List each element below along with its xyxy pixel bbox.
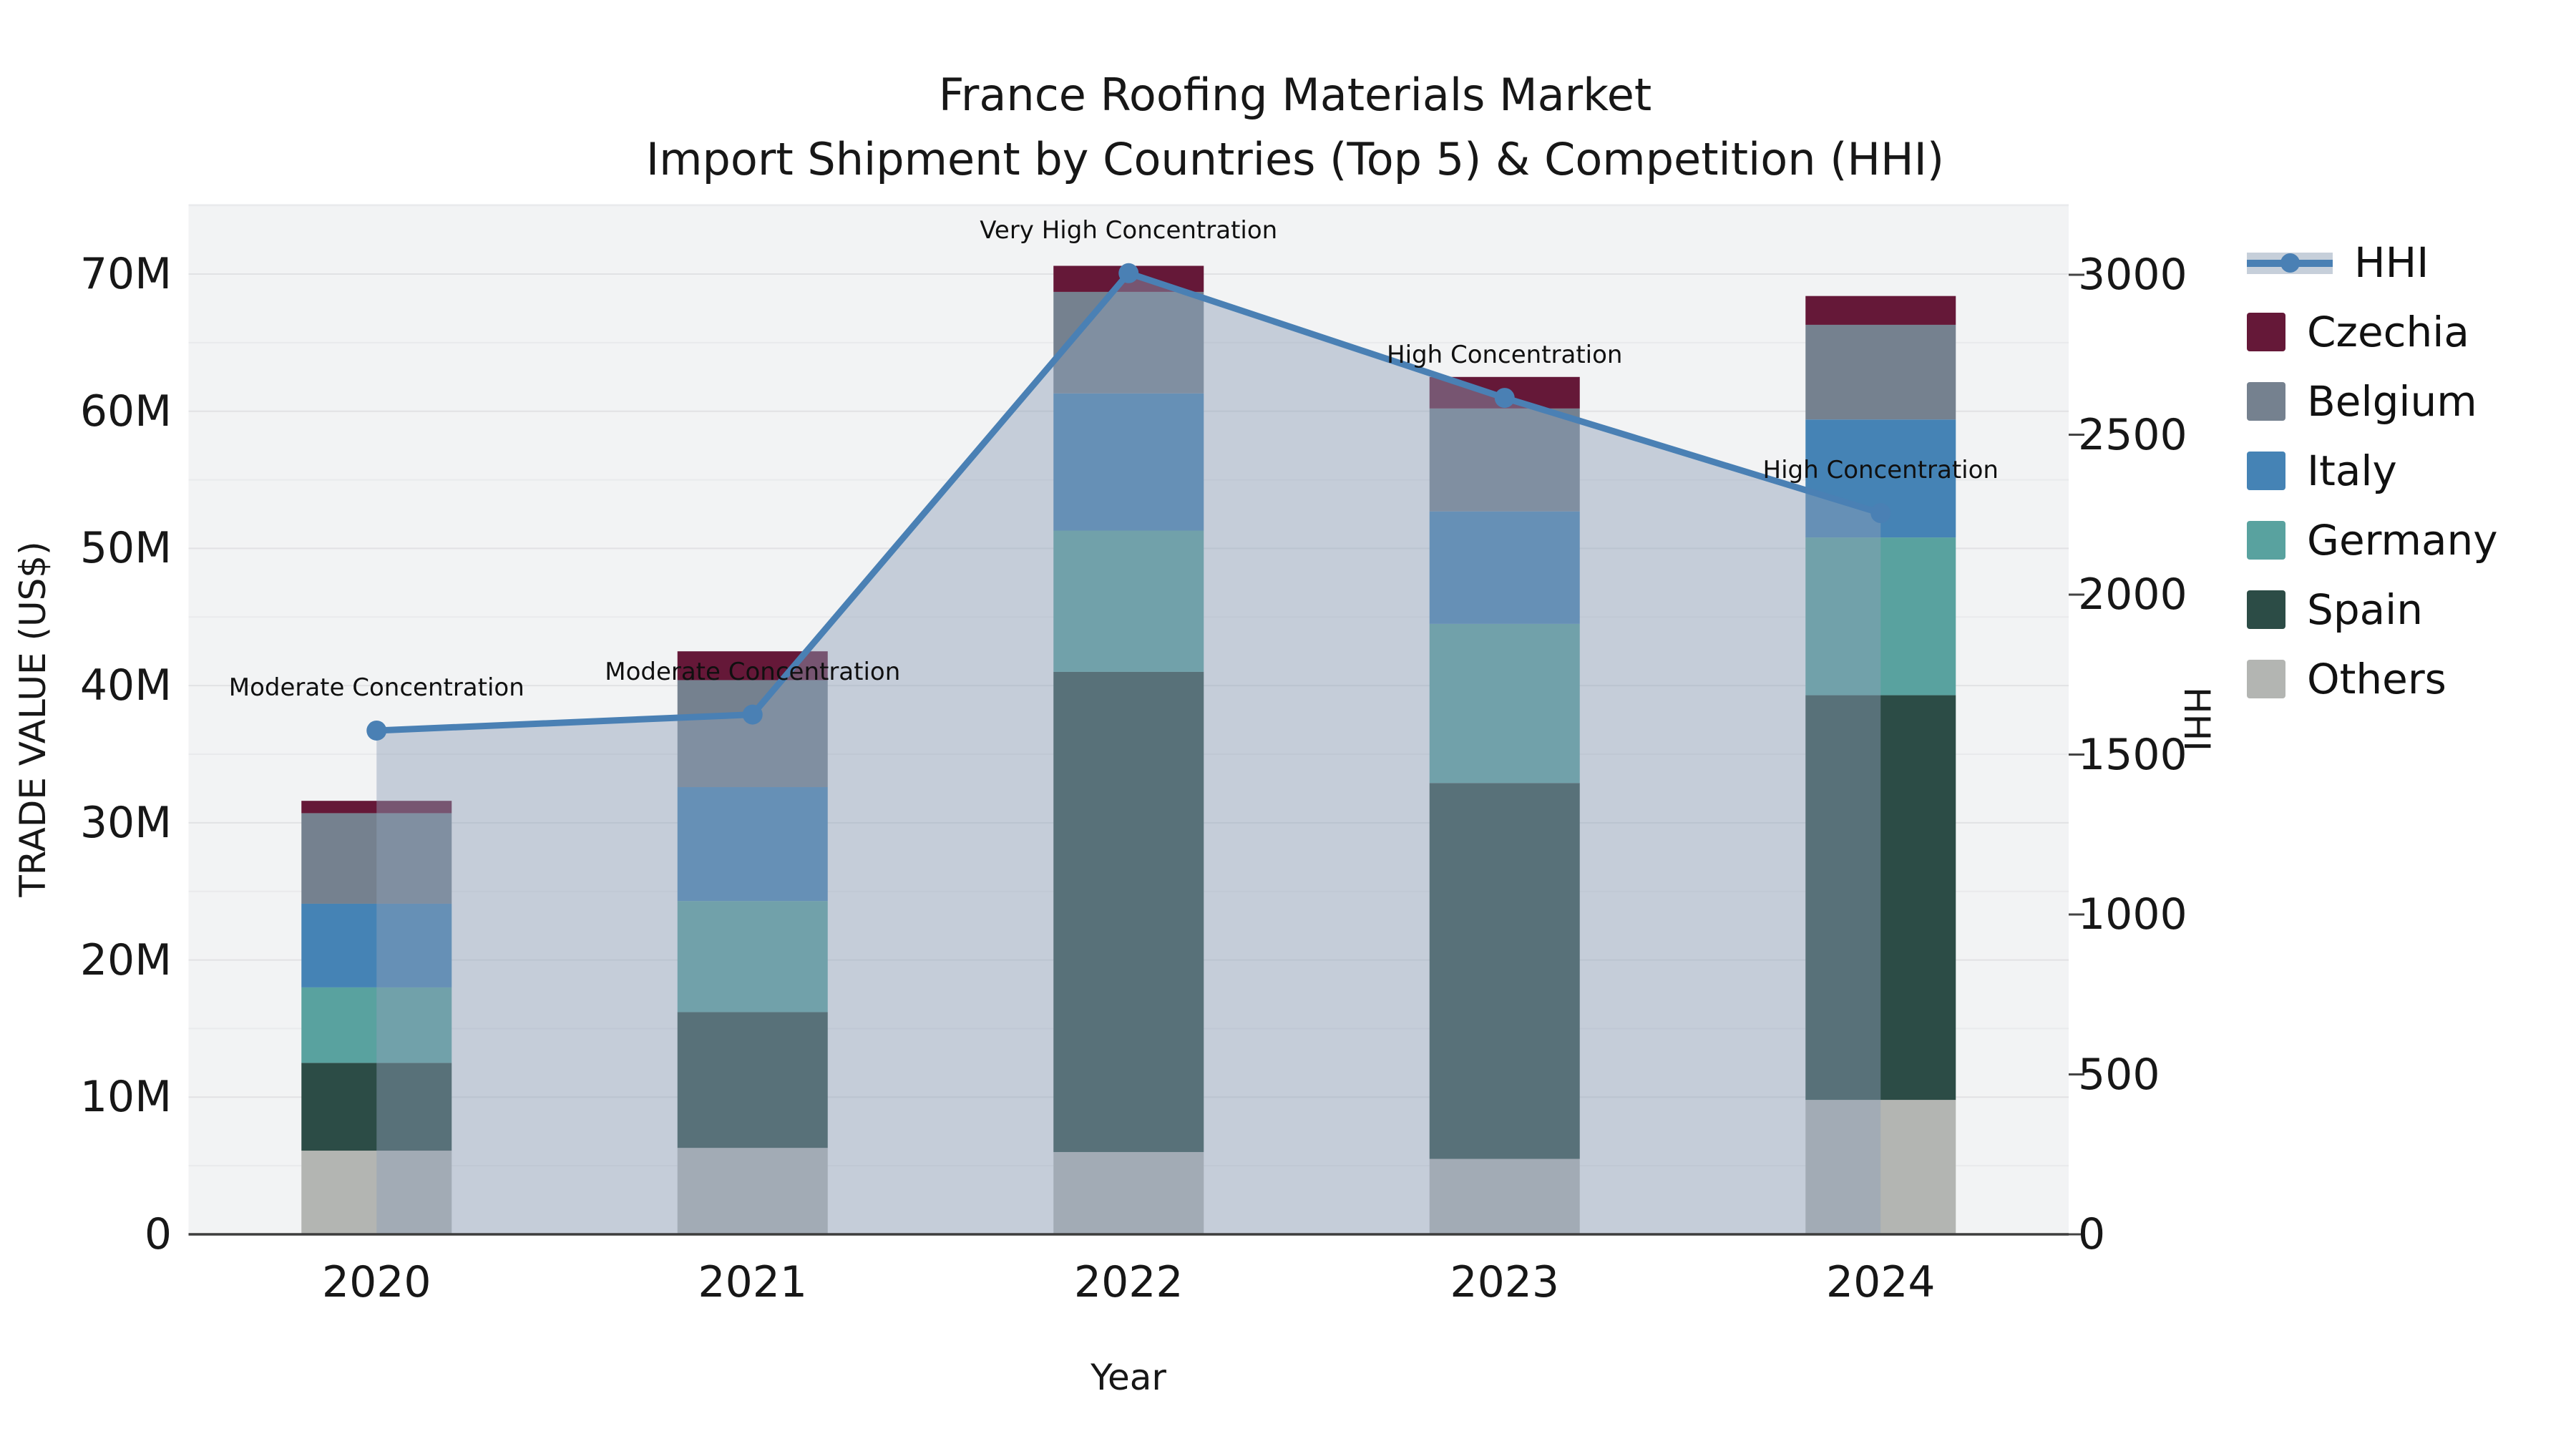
hhi-line-swatch-icon xyxy=(2247,243,2333,282)
legend-item-spain: Spain xyxy=(2247,575,2498,644)
y-axis-tick-label: 0 xyxy=(144,1209,172,1259)
legend-swatch-icon xyxy=(2247,381,2285,421)
legend-label: Czechia xyxy=(2307,307,2469,356)
legend-label: HHI xyxy=(2354,238,2429,287)
annotation-2021: Moderate Concentration xyxy=(605,657,901,686)
hhi-marker-2022 xyxy=(1118,263,1139,283)
y-axis-tick-label: 30M xyxy=(79,797,172,848)
annotation-2022: Very High Concentration xyxy=(980,215,1278,245)
x-axis-tick-label: 2020 xyxy=(321,1257,431,1307)
hhi-marker-2020 xyxy=(366,720,387,741)
x-axis-tick-label: 2024 xyxy=(1825,1257,1936,1307)
bar-segment-belgium-2024 xyxy=(1805,324,1956,420)
legend-label: Germany xyxy=(2307,515,2498,565)
legend-label: Spain xyxy=(2307,585,2424,634)
x-axis-tick-label: 2021 xyxy=(698,1257,808,1307)
figure: France Roofing Materials Market Import S… xyxy=(0,0,2576,1449)
legend-swatch-icon xyxy=(2247,520,2285,560)
hhi-marker-2023 xyxy=(1494,388,1515,409)
legend-item-czechia: Czechia xyxy=(2247,297,2498,366)
legend-item-others: Others xyxy=(2247,644,2498,713)
annotation-2023: High Concentration xyxy=(1387,341,1623,370)
bar-segment-czechia-2024 xyxy=(1805,296,1956,325)
chart-title-line1: France Roofing Materials Market xyxy=(938,69,1652,121)
y-axis-tick-label: 70M xyxy=(79,249,172,299)
legend-swatch-icon xyxy=(2247,312,2285,351)
y2-axis-tick-label: 1500 xyxy=(2078,729,2187,780)
x-axis-tick-label: 2023 xyxy=(1450,1257,1560,1307)
legend-label: Italy xyxy=(2307,446,2397,495)
hhi-marker-2024 xyxy=(1870,503,1891,524)
chart-title-line2: Import Shipment by Countries (Top 5) & C… xyxy=(645,133,1945,185)
y-axis-tick-label: 20M xyxy=(79,935,172,985)
legend-swatch-icon xyxy=(2247,590,2285,629)
legend-item-belgium: Belgium xyxy=(2247,366,2498,436)
legend-swatch-icon xyxy=(2247,659,2285,698)
x-axis-title: Year xyxy=(1091,1357,1166,1398)
annotation-2024: High Concentration xyxy=(1762,456,1999,484)
y2-axis-tick-label: 500 xyxy=(2078,1049,2160,1100)
legend-item-italy: Italy xyxy=(2247,436,2498,505)
y2-axis-title: HHI xyxy=(2176,687,2218,751)
legend-swatch-icon xyxy=(2247,451,2285,490)
y-axis-tick-label: 50M xyxy=(79,523,172,574)
legend-label: Others xyxy=(2307,654,2446,703)
x-axis-tick-label: 2022 xyxy=(1073,1257,1184,1307)
y2-axis-tick-label: 1000 xyxy=(2078,889,2187,940)
y-axis-tick-label: 10M xyxy=(79,1072,172,1123)
y2-axis-tick-label: 0 xyxy=(2078,1209,2106,1259)
hhi-marker-2021 xyxy=(742,704,763,725)
legend-label: Belgium xyxy=(2307,376,2477,426)
y-axis-tick-label: 60M xyxy=(79,386,172,436)
legend-item-hhi: HHI xyxy=(2247,228,2498,297)
chart-title: France Roofing Materials Market Import S… xyxy=(365,63,2225,192)
legend: HHI Czechia Belgium Italy Germany Spain Others xyxy=(2247,228,2498,713)
legend-item-germany: Germany xyxy=(2247,505,2498,575)
